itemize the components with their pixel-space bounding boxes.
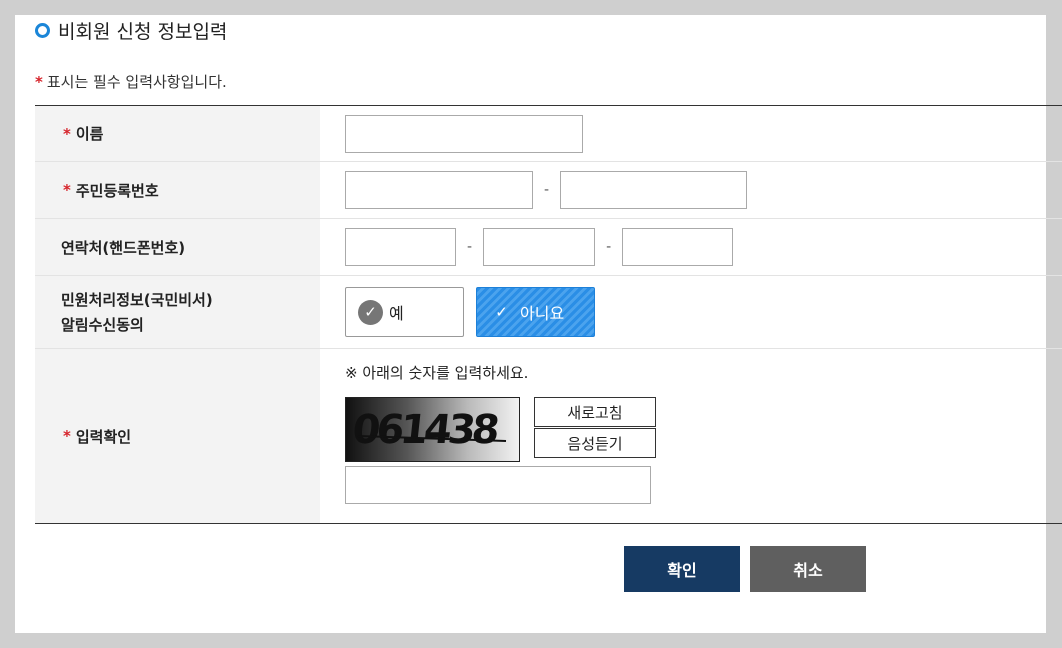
- required-asterisk-icon: *: [63, 124, 71, 143]
- check-icon: ✓: [495, 303, 508, 321]
- ssn-cell: -: [320, 162, 1062, 218]
- consent-label-line1: 민원처리정보(국민비서): [61, 291, 213, 309]
- captcha-audio-button[interactable]: 음성듣기: [534, 428, 656, 458]
- captcha-header: * 입력확인: [35, 349, 320, 523]
- check-icon: ✓: [358, 299, 383, 325]
- required-asterisk-icon: *: [63, 181, 71, 199]
- section-title: 비회원 신청 정보입력: [35, 17, 227, 44]
- row-captcha: * 입력확인 ※ 아래의 숫자를 입력하세요. 061438 새로고침 음성듣기: [35, 349, 1062, 523]
- name-cell: [320, 106, 1062, 161]
- required-note-text: 표시는 필수 입력사항입니다.: [46, 73, 227, 91]
- phone-dash-2: -: [606, 239, 612, 255]
- row-consent: 민원처리정보(국민비서) 알림수신동의 ✓ 예 ✓ 아니요: [35, 276, 1062, 349]
- phone-part2-input[interactable]: [483, 228, 596, 266]
- phone-header: 연락처(핸드폰번호): [35, 219, 320, 275]
- captcha-input[interactable]: [345, 466, 651, 504]
- captcha-code-text: 061438: [350, 407, 500, 453]
- page-title: 비회원 신청 정보입력: [58, 21, 228, 43]
- consent-cell: ✓ 예 ✓ 아니요: [320, 276, 1062, 348]
- ssn-dash: -: [544, 182, 550, 198]
- form-panel: 비회원 신청 정보입력 * 표시는 필수 입력사항입니다. * 이름 * 주민등…: [15, 15, 1062, 633]
- ssn-header: * 주민등록번호: [35, 162, 320, 218]
- ssn-label: 주민등록번호: [75, 181, 159, 200]
- captcha-image-graphic: 061438: [350, 407, 507, 453]
- ssn-back-input[interactable]: [560, 171, 748, 209]
- form-actions: 확인 취소: [624, 546, 866, 592]
- phone-cell: - -: [320, 219, 1062, 275]
- phone-part3-input[interactable]: [622, 228, 734, 266]
- confirm-button[interactable]: 확인: [624, 546, 740, 592]
- consent-header: 민원처리정보(국민비서) 알림수신동의: [35, 276, 320, 348]
- required-asterisk-icon: *: [63, 427, 71, 445]
- phone-part1-input[interactable]: [345, 228, 456, 266]
- name-input[interactable]: [345, 114, 583, 153]
- captcha-cell: ※ 아래의 숫자를 입력하세요. 061438 새로고침 음성듣기: [320, 349, 1062, 523]
- captcha-line: 061438 새로고침 음성듣기: [345, 397, 656, 462]
- captcha-image: 061438: [345, 397, 520, 462]
- captcha-instruction: ※ 아래의 숫자를 입력하세요.: [345, 364, 529, 382]
- consent-no-button[interactable]: ✓ 아니요: [476, 287, 595, 337]
- phone-label: 연락처(핸드폰번호): [61, 238, 186, 257]
- applicant-form-table: * 이름 * 주민등록번호 - 연락처(핸드폰번호) - - 민원처리정보(국민…: [35, 105, 1062, 524]
- consent-yes-label: 예: [389, 304, 404, 323]
- required-asterisk-icon: *: [35, 72, 43, 91]
- consent-label-line2: 알림수신동의: [61, 316, 144, 334]
- consent-no-label: 아니요: [520, 304, 565, 323]
- phone-dash-1: -: [467, 239, 473, 255]
- ssn-front-input[interactable]: [345, 171, 533, 209]
- captcha-label: 입력확인: [75, 427, 132, 446]
- row-phone: 연락처(핸드폰번호) - -: [35, 219, 1062, 276]
- cancel-button[interactable]: 취소: [750, 546, 866, 592]
- row-ssn: * 주민등록번호 -: [35, 162, 1062, 219]
- name-label: 이름: [75, 125, 104, 143]
- name-header: * 이름: [35, 106, 320, 161]
- captcha-refresh-button[interactable]: 새로고침: [534, 397, 656, 427]
- consent-yes-button[interactable]: ✓ 예: [345, 287, 464, 337]
- title-bullet-icon: [35, 23, 50, 38]
- captcha-buttons: 새로고침 음성듣기: [534, 397, 656, 458]
- row-name: * 이름: [35, 106, 1062, 162]
- required-note: * 표시는 필수 입력사항입니다.: [35, 71, 227, 92]
